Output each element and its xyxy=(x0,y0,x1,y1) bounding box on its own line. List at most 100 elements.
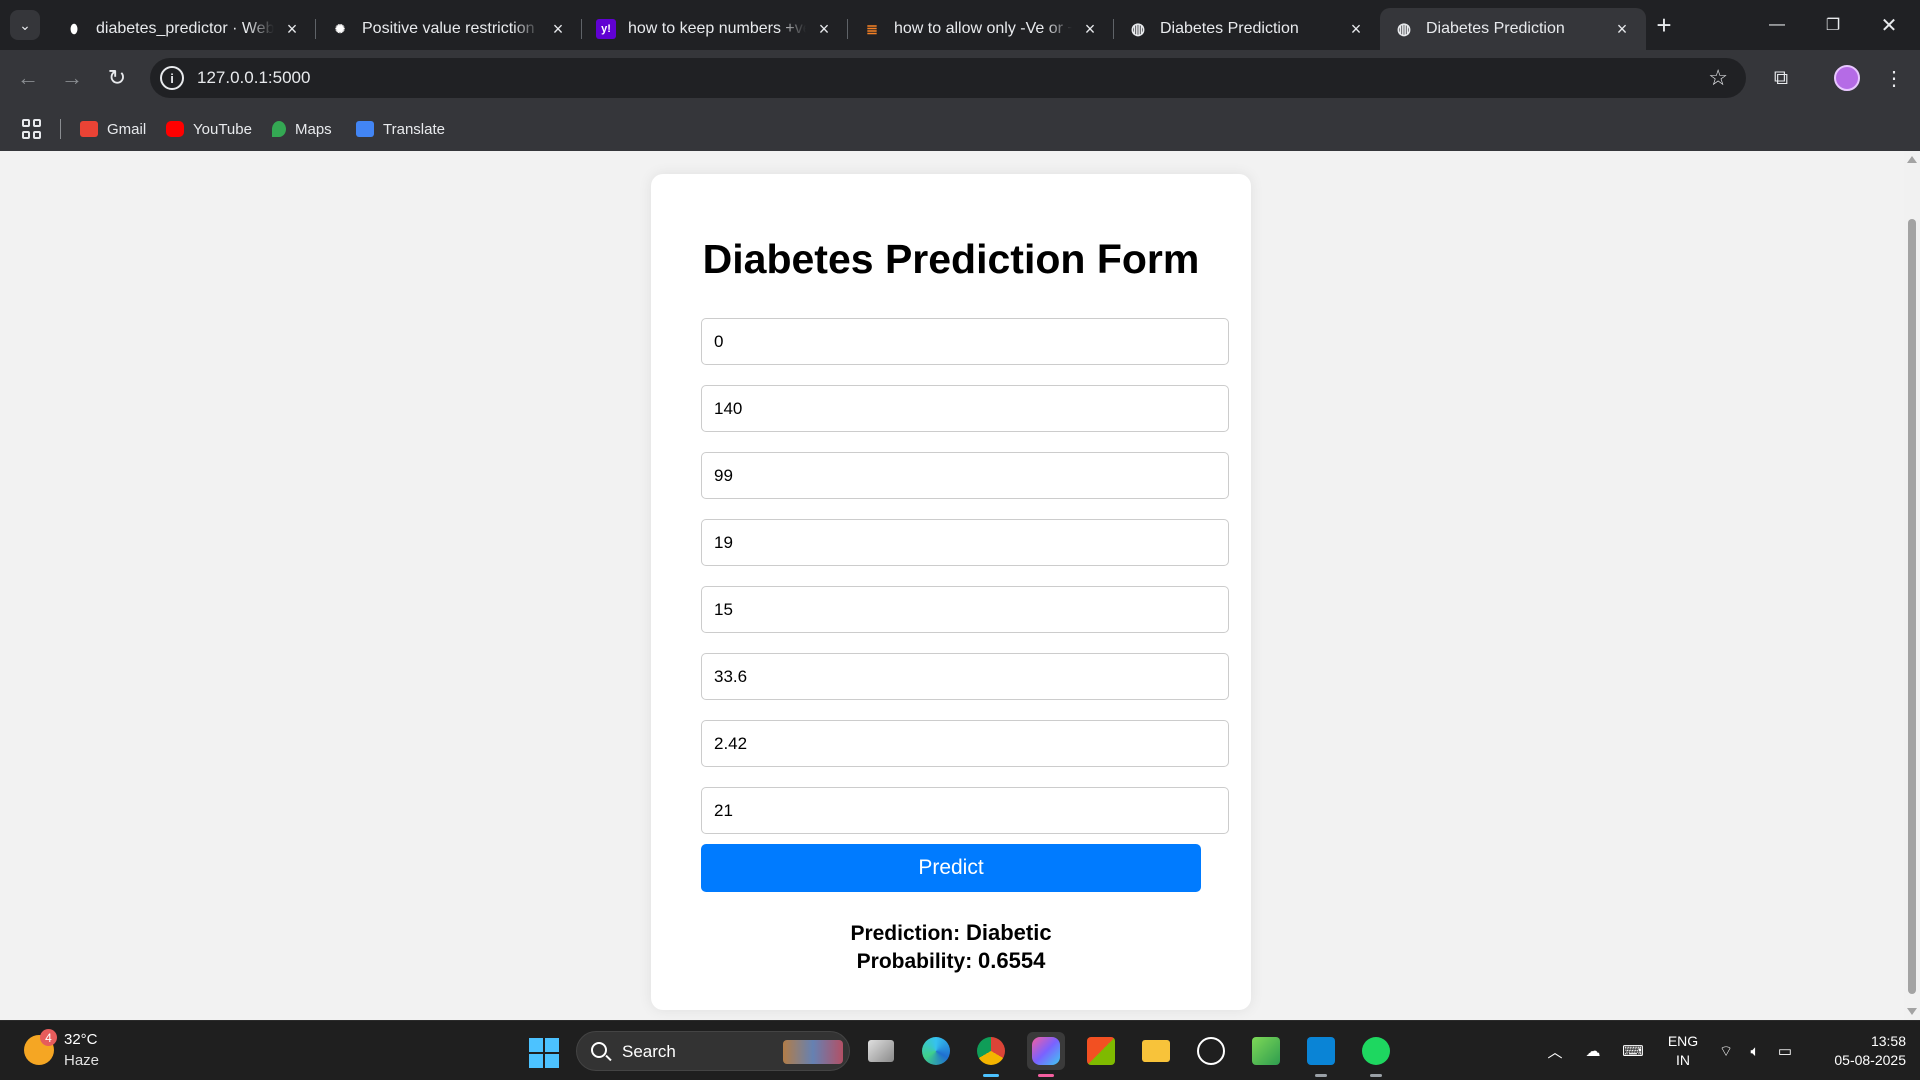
close-window-button[interactable]: ✕ xyxy=(1861,0,1917,50)
extensions-icon[interactable]: ⧉ xyxy=(1765,62,1797,94)
weather-temperature[interactable]: 32°C xyxy=(64,1031,98,1048)
edge-icon[interactable] xyxy=(917,1032,955,1070)
show-hidden-icons-icon[interactable]: ︿ xyxy=(1540,1021,1570,1080)
system-clock[interactable]: 13:58 05-08-2025 xyxy=(1810,1032,1906,1070)
chrome-icon[interactable] xyxy=(972,1032,1010,1077)
tab-title: how to allow only -Ve or +Ve xyxy=(894,20,1072,37)
close-icon[interactable]: × xyxy=(548,19,568,39)
tab-strip: ⌄ ⬮ diabetes_predictor · Web Service × ✺… xyxy=(0,0,1920,50)
spotify-icon[interactable] xyxy=(1357,1032,1395,1077)
store-icon[interactable] xyxy=(1082,1032,1120,1070)
tab-search-button[interactable]: ⌄ xyxy=(10,10,40,40)
tab-render[interactable]: ⬮ diabetes_predictor · Web Service × xyxy=(50,8,316,50)
probability-value: 0.6554 xyxy=(978,948,1046,973)
translate-icon xyxy=(356,121,374,137)
weather-badge: 4 xyxy=(40,1029,57,1046)
tab-title: Diabetes Prediction xyxy=(1426,20,1565,37)
reload-button[interactable]: ↻ xyxy=(101,62,133,94)
yahoo-icon: y! xyxy=(596,19,616,39)
bookmark-maps[interactable]: Maps xyxy=(272,118,332,140)
close-icon[interactable]: × xyxy=(1612,19,1632,39)
bookmarks-bar: Gmail YouTube Maps Translate xyxy=(0,107,1920,151)
scroll-thumb[interactable] xyxy=(1908,219,1916,994)
minimize-button[interactable]: — xyxy=(1749,0,1805,50)
pregnancies-input[interactable] xyxy=(701,318,1229,365)
scroll-up-arrow[interactable] xyxy=(1907,156,1917,163)
prediction-value: Diabetic xyxy=(965,920,1052,945)
bmi-input[interactable] xyxy=(701,653,1229,700)
task-view-icon[interactable] xyxy=(862,1032,900,1070)
taskbar-search[interactable]: Search xyxy=(576,1031,850,1071)
apps-icon[interactable] xyxy=(22,119,42,139)
keyboard-icon[interactable]: ⌨ xyxy=(1618,1021,1648,1080)
maps-icon xyxy=(272,121,286,137)
taskbar: 4 32°C Haze Search ︿ ☁ ⌨ ENG IN ⌔ 🔈︎ ▭ 1… xyxy=(0,1020,1920,1080)
star-icon[interactable]: ☆ xyxy=(1708,65,1728,91)
battery-icon[interactable]: ▭ xyxy=(1770,1021,1800,1080)
page-title: Diabetes Prediction Form xyxy=(702,236,1200,282)
close-icon[interactable]: × xyxy=(1080,19,1100,39)
predict-button[interactable]: Predict xyxy=(701,844,1201,892)
copilot-icon[interactable] xyxy=(1027,1032,1065,1077)
close-icon[interactable]: × xyxy=(282,19,302,39)
bookmark-gmail[interactable]: Gmail xyxy=(80,118,146,140)
prediction-result: Prediction: Diabetic xyxy=(651,920,1251,946)
page-scrollbar[interactable] xyxy=(1904,151,1920,1020)
new-tab-button[interactable]: + xyxy=(1650,10,1678,40)
site-info-icon[interactable]: i xyxy=(160,66,184,90)
file-explorer-icon[interactable] xyxy=(1137,1032,1175,1070)
wifi-icon[interactable]: ⌔ xyxy=(1712,1021,1740,1080)
probability-result: Probability: 0.6554 xyxy=(651,948,1251,974)
gmail-icon xyxy=(80,121,98,137)
search-icon xyxy=(591,1042,607,1058)
browser-toolbar: ← → ↻ i 127.0.0.1:5000 ☆ ⧉ ⋮ xyxy=(0,50,1920,107)
stackoverflow-icon: ≣ xyxy=(866,20,878,37)
input-language[interactable]: ENG IN xyxy=(1665,1032,1701,1070)
bookmark-translate[interactable]: Translate xyxy=(356,118,445,140)
globe-icon: ◍ xyxy=(1397,21,1411,38)
insulin-input[interactable] xyxy=(701,586,1229,633)
tab-chatgpt[interactable]: ✺ Positive value restriction × xyxy=(316,8,582,50)
chatgpt-icon: ✺ xyxy=(334,22,346,36)
tab-title: Diabetes Prediction xyxy=(1160,20,1299,37)
prediction-form-card: Diabetes Prediction Form Predict Predict… xyxy=(651,174,1251,1010)
restore-button[interactable]: ❐ xyxy=(1805,0,1861,50)
vscode-icon[interactable] xyxy=(1302,1032,1340,1077)
close-icon[interactable]: × xyxy=(814,19,834,39)
tab-title: Positive value restriction xyxy=(362,20,535,37)
prediction-label: Prediction: xyxy=(850,922,961,945)
back-button[interactable]: ← xyxy=(12,62,44,94)
tab-diabetes-prediction-1[interactable]: ◍ Diabetes Prediction × xyxy=(1114,8,1380,50)
forward-button[interactable]: → xyxy=(56,62,88,94)
volume-icon[interactable]: 🔈︎ xyxy=(1742,1021,1768,1080)
weather-description[interactable]: Haze xyxy=(64,1052,99,1069)
photos-icon[interactable] xyxy=(1247,1032,1285,1070)
onedrive-icon[interactable]: ☁ xyxy=(1578,1021,1608,1080)
tab-diabetes-prediction-2[interactable]: ◍ Diabetes Prediction × xyxy=(1380,8,1646,50)
blood-pressure-input[interactable] xyxy=(701,452,1229,499)
clock-date: 05-08-2025 xyxy=(1834,1052,1906,1068)
skin-thickness-input[interactable] xyxy=(701,519,1229,566)
clock-time: 13:58 xyxy=(1870,1033,1906,1049)
tab-title: diabetes_predictor · Web Service xyxy=(96,20,274,37)
close-icon[interactable]: × xyxy=(1346,19,1366,39)
search-highlight-icon xyxy=(783,1040,843,1064)
pedigree-function-input[interactable] xyxy=(701,720,1229,767)
bookmark-youtube[interactable]: YouTube xyxy=(166,118,252,140)
url-text[interactable]: 127.0.0.1:5000 xyxy=(197,68,310,88)
probability-label: Probability: xyxy=(856,950,973,973)
render-icon: ⬮ xyxy=(70,21,78,36)
dell-icon[interactable] xyxy=(1192,1032,1230,1070)
address-bar[interactable]: i 127.0.0.1:5000 ☆ xyxy=(150,58,1746,98)
youtube-icon xyxy=(166,121,184,137)
glucose-input[interactable] xyxy=(701,385,1229,432)
scroll-down-arrow[interactable] xyxy=(1907,1008,1917,1015)
windows-start-icon[interactable] xyxy=(529,1038,559,1068)
tab-list: ⬮ diabetes_predictor · Web Service × ✺ P… xyxy=(50,8,1646,50)
tab-stackoverflow[interactable]: ≣ how to allow only -Ve or +Ve × xyxy=(848,8,1114,50)
avatar[interactable] xyxy=(1834,65,1860,91)
tab-yahoo[interactable]: y! how to keep numbers +ve only × xyxy=(582,8,848,50)
age-input[interactable] xyxy=(701,787,1229,834)
globe-icon: ◍ xyxy=(1131,21,1145,38)
menu-icon[interactable]: ⋮ xyxy=(1878,62,1910,94)
